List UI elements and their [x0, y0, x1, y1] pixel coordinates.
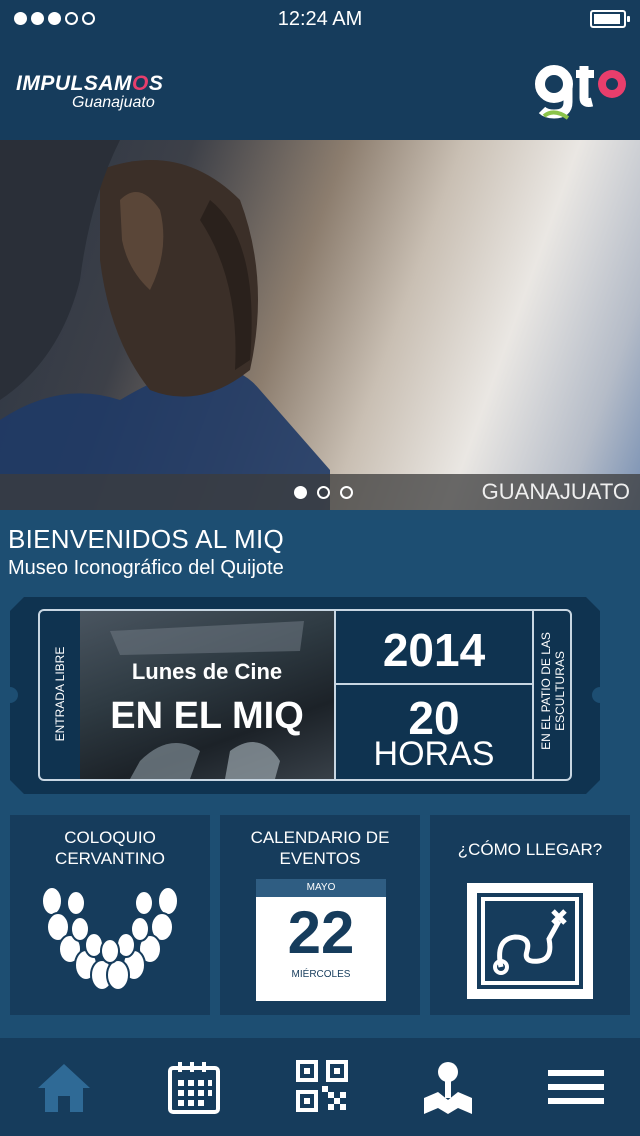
welcome-section: BIENVENIDOS AL MIQ Museo Iconográfico de…	[8, 524, 284, 580]
event-ticket-banner[interactable]: ENTRADA LIBRE Lunes de Cine EN EL MIQ 20…	[10, 597, 600, 794]
tile-como-llegar[interactable]: ¿CÓMO LLEGAR?	[430, 815, 630, 1015]
brand-logo: IMPULSAMOS Guanajuato	[16, 72, 164, 111]
ticket-event-line2: EN EL MIQ	[110, 695, 304, 737]
menu-icon[interactable]	[546, 1060, 606, 1114]
ruff-collar-icon	[41, 887, 179, 991]
tile-calendario-eventos[interactable]: CALENDARIO DE EVENTOS MAYO 22 MIÉRCOLES	[220, 815, 420, 1015]
tile-coloquio-cervantino[interactable]: COLOQUIO CERVANTINO	[10, 815, 210, 1015]
ticket-left-label: ENTRADA LIBRE	[53, 646, 67, 742]
ticket-year: 2014	[382, 624, 486, 676]
qr-code-icon[interactable]	[292, 1060, 352, 1114]
route-map-icon	[467, 883, 593, 999]
carousel-indicators[interactable]	[294, 486, 353, 499]
welcome-title: BIENVENIDOS AL MIQ	[8, 524, 285, 554]
status-time: 12:24 AM	[277, 8, 363, 30]
hero-carousel[interactable]: GUANAJUATO	[0, 140, 640, 510]
hero-image	[0, 140, 330, 510]
calendar-icon[interactable]	[164, 1060, 224, 1114]
ticket-right-label: EN EL PATIO DE LAS ESCULTURAS	[539, 632, 567, 750]
hero-location: GUANAJUATO	[481, 479, 630, 504]
battery-icon	[590, 10, 630, 28]
gto-logo	[535, 65, 626, 120]
ticket-cinema-photo: Lunes de Cine EN EL MIQ	[80, 611, 334, 779]
home-icon[interactable]	[34, 1060, 94, 1114]
calendar-page-icon: MAYO 22 MIÉRCOLES	[256, 879, 386, 1001]
map-pin-icon[interactable]	[418, 1060, 478, 1114]
status-bar: 12:24 AM	[0, 0, 640, 40]
ticket-event-line1: Lunes de Cine	[131, 659, 283, 684]
welcome-subtitle: Museo Iconográfico del Quijote	[8, 557, 284, 579]
hero-caption-bar: GUANAJUATO	[0, 474, 640, 510]
bottom-navigation	[0, 1038, 640, 1136]
ticket-frame: ENTRADA LIBRE Lunes de Cine EN EL MIQ 20…	[38, 609, 572, 781]
app-header: IMPULSAMOS Guanajuato	[0, 40, 640, 140]
ticket-hour-label: HORAS	[373, 735, 495, 773]
